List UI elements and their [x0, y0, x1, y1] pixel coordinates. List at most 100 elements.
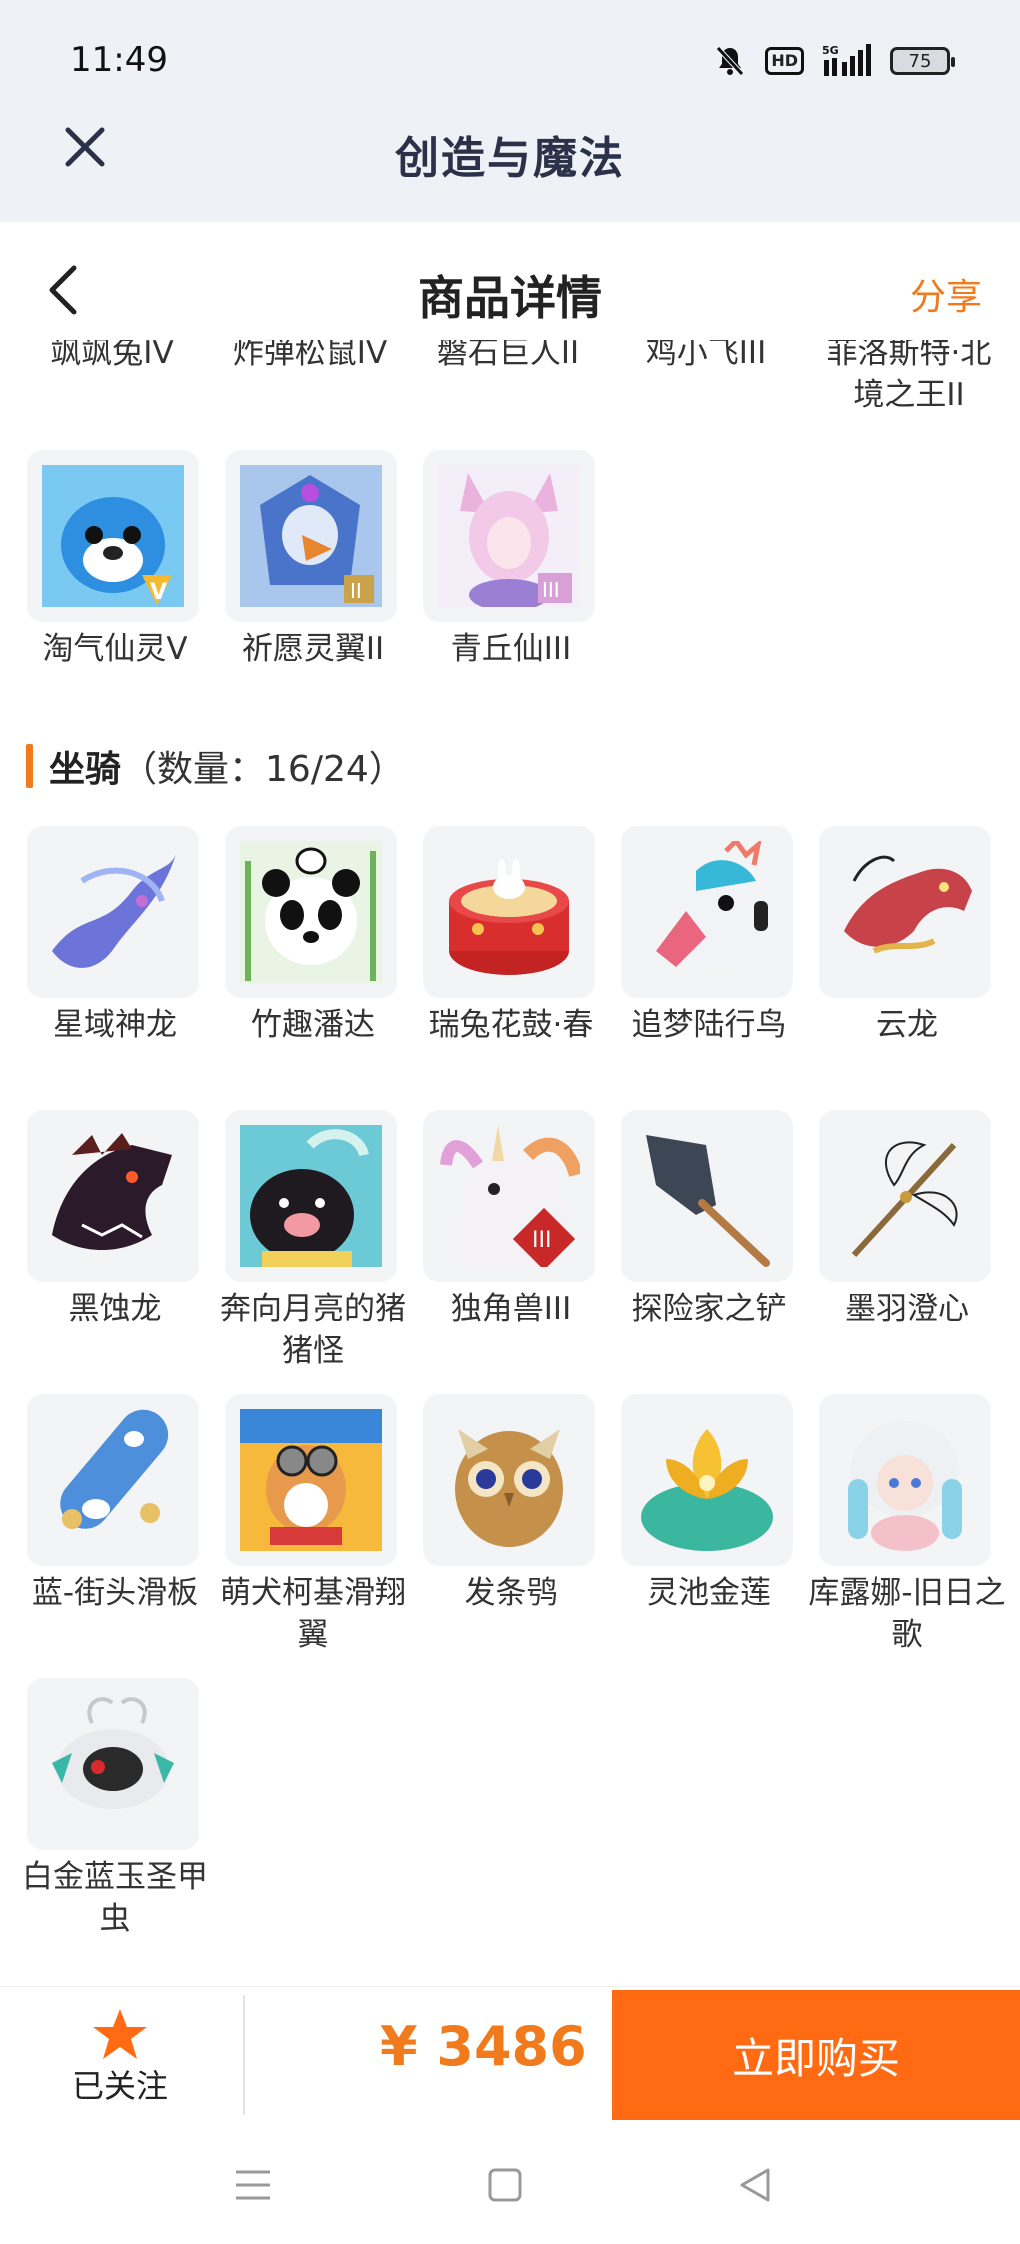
section-count: （数量：16/24）	[121, 749, 405, 790]
network-label: 5G	[822, 44, 839, 57]
eagle-icon: II	[240, 465, 382, 607]
unicorn-icon: III	[440, 1125, 580, 1267]
miniapp-title: 创造与魔法	[395, 133, 625, 184]
item-thumbnail	[225, 1394, 397, 1566]
hd-badge: HD	[765, 47, 804, 75]
list-item-name: 菲洛斯特·北境之王II	[826, 340, 992, 413]
follow-button[interactable]: 已关注	[60, 2007, 180, 2107]
item-thumbnail: II	[225, 450, 397, 622]
item-thumbnail	[225, 826, 397, 998]
girl-doll-icon	[848, 1421, 962, 1551]
section-heading-mounts: 坐骑 （数量：16/24）	[26, 740, 405, 792]
pig-icon	[240, 1125, 382, 1267]
item-name: 云龙	[876, 1007, 938, 1043]
item-name: 追梦陆行鸟	[631, 1007, 787, 1043]
item-name: 祈愿灵翼II	[241, 631, 385, 667]
section-name: 坐骑	[49, 749, 122, 790]
flamingo-bird-icon	[656, 841, 768, 971]
rabbit-drum-icon	[449, 859, 569, 975]
list-item[interactable]: 蓝-街头滑板	[27, 1394, 203, 1614]
shovel-icon	[646, 1135, 770, 1267]
clockwork-owl-icon	[455, 1429, 563, 1547]
star-icon	[93, 2009, 147, 2059]
svg-text:III: III	[542, 578, 560, 602]
blue-puppy-icon: V	[42, 465, 184, 607]
list-item[interactable]: 探险家之铲	[621, 1110, 797, 1330]
star-dragon-icon	[52, 851, 177, 968]
item-name: 奔向月亮的猪猪怪	[220, 1291, 406, 1369]
item-name: 瑞兔花鼓·春	[428, 1007, 594, 1043]
list-item[interactable]: 墨羽澄心	[819, 1110, 995, 1330]
list-item[interactable]: 发条鸮	[423, 1394, 599, 1614]
list-item-name: 炸弹松鼠IV	[232, 340, 388, 371]
list-item[interactable]: III 独角兽III	[423, 1110, 599, 1330]
skateboard-icon	[60, 1409, 169, 1529]
item-name: 竹趣潘达	[251, 1007, 375, 1043]
item-thumbnail	[819, 826, 991, 998]
list-item[interactable]: 云龙	[819, 826, 995, 1046]
item-thumbnail	[27, 1394, 199, 1566]
corgi-glider-icon	[240, 1409, 382, 1551]
content-area[interactable]: 飒飒兔IV 炸弹松鼠IV 磐石巨人II 鸡小飞III 菲洛斯特·北境之王II V…	[0, 340, 1020, 1980]
item-thumbnail	[621, 1110, 793, 1282]
item-name: 墨羽澄心	[845, 1291, 969, 1327]
menu-button[interactable]	[228, 2160, 278, 2210]
cloud-dragon-icon	[844, 855, 972, 954]
item-thumbnail	[225, 1110, 397, 1282]
share-button[interactable]: 分享	[910, 268, 982, 320]
status-icons: HD 5G 75	[713, 44, 955, 78]
item-thumbnail	[621, 826, 793, 998]
svg-text:III: III	[532, 1228, 551, 1253]
list-item-name: 磐石巨人II	[436, 340, 580, 371]
item-thumbnail: III	[423, 450, 595, 622]
menu-icon	[236, 2170, 270, 2200]
list-item[interactable]: III 青丘仙III	[423, 450, 599, 670]
home-button[interactable]	[480, 2160, 530, 2210]
back-triangle-icon	[740, 2168, 770, 2202]
back-nav-button[interactable]	[730, 2160, 780, 2210]
item-thumbnail: V	[27, 450, 199, 622]
item-name: 蓝-街头滑板	[31, 1575, 199, 1611]
list-item[interactable]: 白金蓝玉圣甲虫	[22, 1678, 208, 1940]
list-item[interactable]: 萌犬柯基滑翔翼	[220, 1394, 406, 1656]
item-name: 探险家之铲	[631, 1291, 787, 1327]
home-square-icon	[488, 2168, 522, 2202]
item-name: 萌犬柯基滑翔翼	[220, 1575, 406, 1653]
item-thumbnail	[423, 826, 595, 998]
item-name: 黑蚀龙	[68, 1291, 162, 1327]
list-item[interactable]: II 祈愿灵翼II	[225, 450, 401, 670]
list-item[interactable]: 追梦陆行鸟	[621, 826, 797, 1046]
system-nav-bar	[0, 2120, 1020, 2244]
divider	[243, 1995, 245, 2115]
item-name: 独角兽III	[450, 1291, 572, 1327]
status-bar: 11:49 HD 5G 75	[0, 0, 1020, 120]
item-thumbnail	[27, 1110, 199, 1282]
scarab-icon	[52, 1697, 174, 1809]
item-thumbnail	[621, 1394, 793, 1566]
item-name: 青丘仙III	[450, 631, 572, 667]
buy-now-button[interactable]: 立即购买	[612, 1990, 1020, 2120]
page-header: 商品详情 分享	[0, 222, 1020, 352]
fox-spirit-icon: III	[438, 465, 580, 607]
signal-icon: 5G	[822, 44, 872, 78]
list-item[interactable]: 竹趣潘达	[225, 826, 401, 1046]
section-accent-bar	[26, 744, 33, 788]
list-item-name: 飒飒兔IV	[50, 340, 174, 371]
list-item[interactable]: 瑞兔花鼓·春	[423, 826, 599, 1046]
black-dragon-icon	[52, 1133, 172, 1250]
list-item[interactable]: 星域神龙	[27, 826, 203, 1046]
item-name: 白金蓝玉圣甲虫	[22, 1859, 208, 1937]
battery-indicator: 75	[890, 47, 955, 75]
list-item[interactable]: 奔向月亮的猪猪怪	[220, 1110, 406, 1372]
list-item[interactable]: 黑蚀龙	[27, 1110, 203, 1330]
item-name: 星域神龙	[53, 1007, 177, 1043]
list-item[interactable]: 灵池金莲	[621, 1394, 797, 1614]
list-item-name: 鸡小飞III	[645, 340, 767, 371]
item-thumbnail	[819, 1110, 991, 1282]
list-item[interactable]: V 淘气仙灵V	[27, 450, 203, 670]
item-thumbnail	[423, 1394, 595, 1566]
list-item[interactable]: 库露娜-旧日之歌	[808, 1394, 1006, 1656]
mute-icon	[713, 44, 747, 78]
follow-label: 已关注	[71, 2067, 168, 2105]
item-thumbnail	[27, 1678, 199, 1850]
